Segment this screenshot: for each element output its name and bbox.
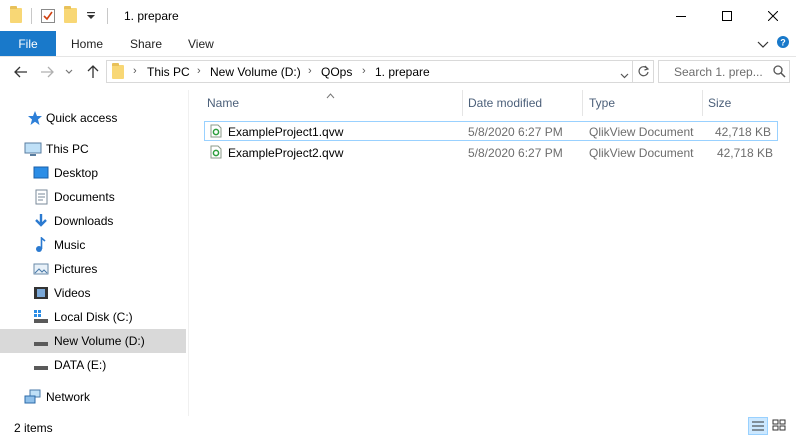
- nav-label: Local Disk (C:): [54, 310, 133, 324]
- nav-label: Pictures: [54, 262, 98, 276]
- nav-label: New Volume (D:): [54, 334, 145, 348]
- chevron-right-icon[interactable]: ›: [197, 65, 201, 77]
- nav-label: Network: [46, 390, 91, 404]
- nav-label: Music: [54, 238, 86, 252]
- desktop-icon: [33, 165, 49, 181]
- tab-file[interactable]: File: [0, 31, 56, 57]
- customize-quick-access-icon[interactable]: [86, 10, 96, 24]
- navigation-pane: Quick access This PC Desktop Documents D…: [0, 90, 190, 416]
- forward-button[interactable]: [36, 63, 58, 81]
- tab-view[interactable]: View: [188, 37, 214, 51]
- pictures-icon: [33, 261, 49, 277]
- nav-local-disk-c[interactable]: Local Disk (C:): [0, 305, 186, 329]
- windows-drive-icon: [33, 309, 49, 325]
- nav-label: Desktop: [54, 166, 99, 180]
- svg-text:?: ?: [780, 38, 786, 48]
- address-dropdown-icon[interactable]: [620, 68, 629, 82]
- download-icon: [33, 213, 49, 229]
- nav-label: Videos: [54, 286, 91, 300]
- drive-icon: [33, 357, 49, 373]
- nav-label: Quick access: [46, 111, 118, 125]
- file-size: 42,718 KB: [716, 146, 773, 160]
- videos-icon: [33, 285, 49, 301]
- nav-label: Downloads: [54, 214, 114, 228]
- column-divider[interactable]: [702, 90, 703, 116]
- column-divider[interactable]: [582, 90, 583, 116]
- nav-label: Documents: [54, 190, 115, 204]
- ribbon: [0, 31, 796, 57]
- sort-ascending-icon: [326, 88, 335, 102]
- documents-icon: [33, 189, 49, 205]
- window-title: 1. prepare: [124, 9, 179, 23]
- file-date: 5/8/2020 6:27 PM: [468, 146, 563, 160]
- folder-icon: [10, 6, 22, 23]
- star-icon: [27, 110, 43, 126]
- large-icons-view-button[interactable]: [770, 417, 790, 435]
- nav-network[interactable]: Network: [0, 385, 186, 409]
- file-type: QlikView Document: [589, 146, 694, 160]
- breadcrumb-qops[interactable]: QOps: [321, 65, 352, 79]
- properties-icon[interactable]: [40, 8, 56, 27]
- file-name: ExampleProject2.qvw: [228, 146, 344, 160]
- back-button[interactable]: [10, 63, 32, 81]
- network-icon: [24, 389, 41, 405]
- music-icon: [33, 236, 49, 253]
- new-folder-icon[interactable]: [64, 6, 77, 23]
- nav-quick-access[interactable]: Quick access: [0, 106, 186, 130]
- file-date: 5/8/2020 6:27 PM: [468, 125, 563, 139]
- nav-music[interactable]: Music: [0, 233, 186, 257]
- column-header-date-modified[interactable]: Date modified: [468, 96, 542, 110]
- chevron-right-icon[interactable]: ›: [133, 65, 137, 77]
- search-icon[interactable]: [773, 65, 786, 81]
- qlikview-file-icon: [210, 124, 222, 141]
- minimize-button[interactable]: [658, 0, 704, 31]
- nav-label: DATA (E:): [54, 358, 107, 372]
- divider: [0, 56, 796, 57]
- title-bar: 1. prepare: [0, 0, 796, 32]
- column-header-name[interactable]: Name: [207, 96, 239, 110]
- folder-icon: [112, 63, 124, 79]
- breadcrumb-new-volume[interactable]: New Volume (D:): [210, 65, 301, 79]
- up-button[interactable]: [82, 63, 104, 81]
- status-item-count: 2 items: [14, 421, 53, 435]
- nav-downloads[interactable]: Downloads: [0, 209, 186, 233]
- file-size: 42,718 KB: [714, 125, 771, 139]
- nav-documents[interactable]: Documents: [0, 185, 186, 209]
- breadcrumb-this-pc[interactable]: This PC: [147, 65, 190, 79]
- maximize-button[interactable]: [704, 0, 750, 31]
- qlikview-file-icon: [210, 145, 222, 162]
- divider: [188, 90, 189, 416]
- tab-home[interactable]: Home: [71, 37, 103, 51]
- file-type: QlikView Document: [589, 125, 694, 139]
- divider: [632, 61, 633, 82]
- breadcrumb-prepare[interactable]: 1. prepare: [375, 65, 430, 79]
- computer-icon: [24, 141, 42, 157]
- nav-desktop[interactable]: Desktop: [0, 161, 186, 185]
- column-divider[interactable]: [462, 90, 463, 116]
- column-header-size[interactable]: Size: [708, 96, 731, 110]
- nav-data-e[interactable]: DATA (E:): [0, 353, 186, 377]
- file-row[interactable]: ExampleProject2.qvw 5/8/2020 6:27 PM Qli…: [204, 143, 778, 163]
- close-button[interactable]: [750, 0, 796, 31]
- divider: [31, 8, 32, 24]
- recent-locations-icon[interactable]: [62, 63, 76, 81]
- nav-label: This PC: [46, 142, 89, 156]
- chevron-right-icon[interactable]: ›: [362, 65, 366, 77]
- nav-pictures[interactable]: Pictures: [0, 257, 186, 281]
- refresh-icon[interactable]: [637, 65, 650, 81]
- help-icon[interactable]: ?: [776, 35, 790, 52]
- divider: [107, 8, 108, 24]
- nav-videos[interactable]: Videos: [0, 281, 186, 305]
- nav-this-pc[interactable]: This PC: [0, 137, 186, 161]
- tab-share[interactable]: Share: [130, 37, 162, 51]
- expand-ribbon-icon[interactable]: [757, 38, 769, 52]
- column-header-type[interactable]: Type: [589, 96, 615, 110]
- file-name: ExampleProject1.qvw: [228, 125, 344, 139]
- details-view-button[interactable]: [748, 417, 768, 435]
- search-placeholder: Search 1. prep...: [674, 65, 763, 79]
- nav-new-volume-d[interactable]: New Volume (D:): [0, 329, 186, 353]
- drive-icon: [33, 333, 49, 349]
- chevron-right-icon[interactable]: ›: [308, 65, 312, 77]
- file-row[interactable]: ExampleProject1.qvw 5/8/2020 6:27 PM Qli…: [204, 121, 778, 141]
